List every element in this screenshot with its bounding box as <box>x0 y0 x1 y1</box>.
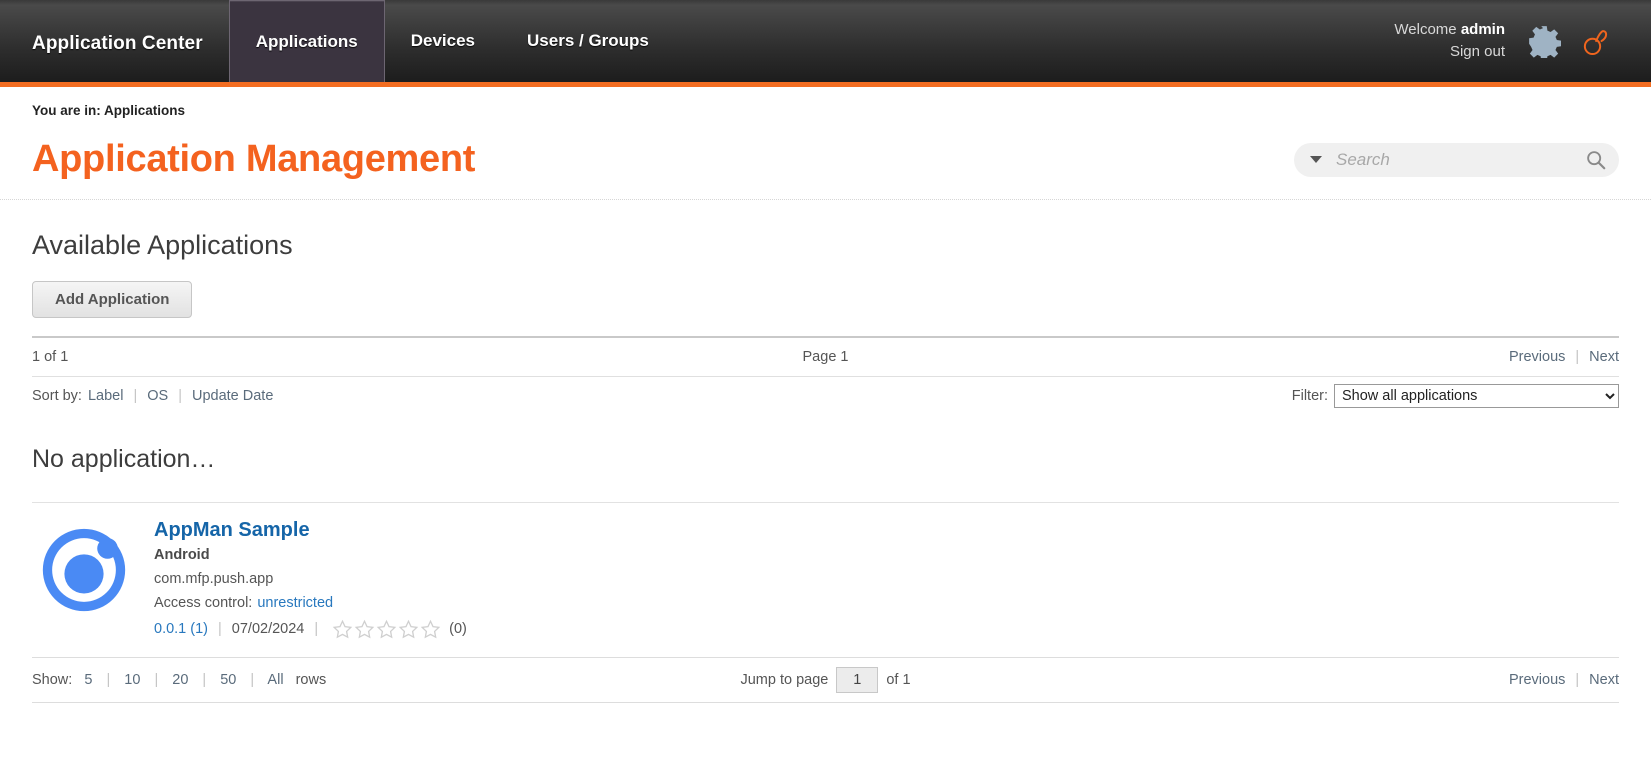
search-icon[interactable] <box>1585 149 1607 171</box>
welcome-text: Welcome admin <box>1394 19 1505 41</box>
search-box[interactable] <box>1294 143 1619 177</box>
username: admin <box>1461 21 1505 38</box>
star-icon-5[interactable] <box>420 619 441 640</box>
page-title-row: Application Management <box>0 126 1651 200</box>
sort-option-label[interactable]: Label <box>82 388 123 404</box>
star-icon-3[interactable] <box>376 619 397 640</box>
star-icon-2[interactable] <box>354 619 375 640</box>
breadcrumb: You are in: Applications <box>0 87 1651 126</box>
main-content: Available Applications Add Application 1… <box>0 200 1651 703</box>
app-access-control-label: Access control: <box>154 595 252 611</box>
sort-filter-row: Sort by: Label | OS | Update Date Filter… <box>32 377 1619 415</box>
app-info: AppMan Sample Android com.mfp.push.app A… <box>136 517 467 641</box>
filter-select[interactable]: Show all applications <box>1334 384 1619 408</box>
pager-count: 1 of 1 <box>32 349 68 365</box>
nav-item-users-groups[interactable]: Users / Groups <box>501 0 675 82</box>
nav-item-applications-label: Applications <box>256 32 358 52</box>
app-version-link[interactable]: 0.0.1 (1) <box>154 617 208 641</box>
pager-top-controls: Previous | Next <box>1509 349 1619 365</box>
jump-to-page-group: Jump to page of 1 <box>32 667 1619 693</box>
app-access-control-value[interactable]: unrestricted <box>252 595 333 611</box>
nav-item-users-groups-label: Users / Groups <box>527 31 649 51</box>
user-block: Welcome admin Sign out <box>1394 19 1527 63</box>
link-icon[interactable] <box>1579 23 1615 59</box>
pager-separator: | <box>1565 349 1589 365</box>
nav-item-applications[interactable]: Applications <box>229 0 385 82</box>
main-nav: Applications Devices Users / Groups <box>229 0 675 87</box>
app-meta-row: 0.0.1 (1) | 07/02/2024 | (0) <box>154 615 467 641</box>
gear-icon[interactable] <box>1527 24 1561 58</box>
ionic-app-icon <box>35 521 133 619</box>
welcome-prefix: Welcome <box>1394 21 1460 38</box>
pager-top-next[interactable]: Next <box>1589 349 1619 365</box>
app-rating-count: (0) <box>449 617 467 641</box>
sort-option-update-date[interactable]: Update Date <box>192 388 273 404</box>
sort-separator-1: | <box>123 388 147 404</box>
nav-item-devices[interactable]: Devices <box>385 0 501 82</box>
top-navigation-bar: Application Center Applications Devices … <box>0 0 1651 87</box>
accent-bar <box>0 82 1651 87</box>
app-update-date: 07/02/2024 <box>232 617 305 641</box>
app-icon-container <box>32 517 136 619</box>
sign-out-link[interactable]: Sign out <box>1394 41 1505 63</box>
pager-top-previous[interactable]: Previous <box>1509 349 1565 365</box>
jump-to-page-label: Jump to page <box>740 672 828 688</box>
nav-item-devices-label: Devices <box>411 31 475 51</box>
app-os: Android <box>154 543 467 567</box>
filter-label: Filter: <box>1292 388 1334 404</box>
search-input[interactable] <box>1336 150 1585 170</box>
app-name-link[interactable]: AppMan Sample <box>154 517 467 543</box>
page-title: Application Management <box>32 138 475 181</box>
add-application-button[interactable]: Add Application <box>32 281 192 318</box>
chevron-down-icon[interactable] <box>1310 156 1322 163</box>
empty-state-message: No application… <box>32 415 1619 502</box>
star-icon-1[interactable] <box>332 619 353 640</box>
brand-title: Application Center <box>0 0 229 87</box>
application-list-item[interactable]: AppMan Sample Android com.mfp.push.app A… <box>32 502 1619 657</box>
meta-separator-1: | <box>208 617 232 641</box>
meta-separator-2: | <box>304 617 328 641</box>
pager-page-label: Page 1 <box>32 349 1619 365</box>
jump-of-label: of 1 <box>886 672 910 688</box>
pager-bottom: Show: 5 | 10 | 20 | 50 | All rows Jump t… <box>32 657 1619 703</box>
app-access-control: Access control:unrestricted <box>154 591 467 615</box>
filter-group: Filter: Show all applications <box>1292 384 1619 408</box>
app-rating-stars[interactable] <box>328 619 449 640</box>
star-icon-4[interactable] <box>398 619 419 640</box>
sort-option-os[interactable]: OS <box>147 388 168 404</box>
app-package-name: com.mfp.push.app <box>154 567 467 591</box>
sort-by-label: Sort by: <box>32 388 82 404</box>
sort-separator-2: | <box>168 388 192 404</box>
topbar-right-cluster: Welcome admin Sign out <box>1394 0 1651 82</box>
pager-top: 1 of 1 Page 1 Previous | Next <box>32 338 1619 376</box>
section-title: Available Applications <box>32 200 1619 281</box>
jump-to-page-input[interactable] <box>836 667 878 693</box>
